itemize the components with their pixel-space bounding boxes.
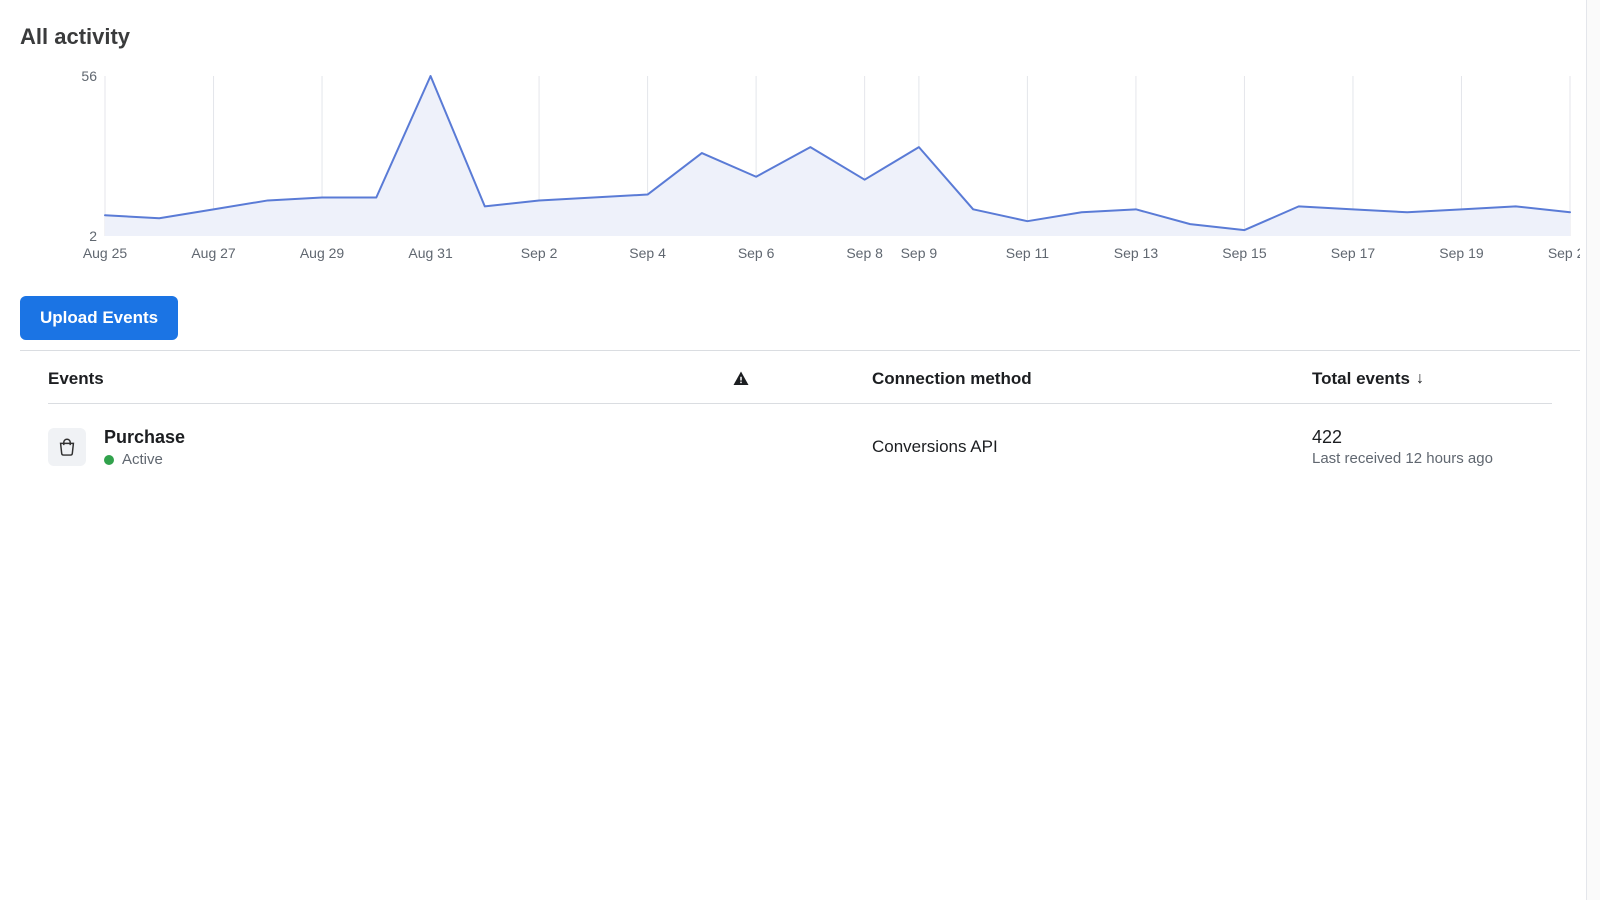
col-header-total-events[interactable]: Total events ↓ [1312, 369, 1552, 389]
svg-text:Sep 17: Sep 17 [1331, 245, 1376, 261]
warning-icon [732, 370, 750, 388]
event-last-received: Last received 12 hours ago [1312, 450, 1552, 467]
event-total-cell: 422 Last received 12 hours ago [1312, 427, 1552, 467]
svg-text:Sep 6: Sep 6 [738, 245, 775, 261]
svg-text:Sep 19: Sep 19 [1439, 245, 1484, 261]
svg-text:Aug 27: Aug 27 [191, 245, 236, 261]
status-dot-icon [104, 455, 114, 465]
sort-descending-icon: ↓ [1416, 370, 1424, 388]
svg-text:Sep 21: Sep 21 [1548, 245, 1580, 261]
event-total-count: 422 [1312, 427, 1552, 448]
event-status: Active [104, 451, 185, 468]
purchase-icon [48, 428, 86, 466]
svg-text:Aug 25: Aug 25 [83, 245, 128, 261]
upload-events-button[interactable]: Upload Events [20, 296, 178, 340]
svg-text:Sep 11: Sep 11 [1006, 245, 1050, 261]
vertical-scrollbar[interactable] [1586, 0, 1600, 900]
col-header-connection-method[interactable]: Connection method [872, 369, 1292, 389]
svg-text:Aug 29: Aug 29 [300, 245, 345, 261]
svg-text:2: 2 [89, 228, 97, 244]
col-header-warning[interactable] [732, 370, 852, 388]
svg-text:Sep 13: Sep 13 [1114, 245, 1159, 261]
svg-text:Sep 15: Sep 15 [1222, 245, 1267, 261]
svg-text:Sep 9: Sep 9 [901, 245, 938, 261]
event-status-label: Active [122, 451, 163, 468]
table-row[interactable]: Purchase Active Conversions API 422 Last… [48, 404, 1552, 490]
svg-text:Sep 8: Sep 8 [846, 245, 883, 261]
events-table-header: Events Connection method Total events ↓ [48, 351, 1552, 404]
activity-chart: 56 2Aug 25 Aug 27 Aug 29 Aug 31 Sep 2 Sep 4 Sep… [20, 68, 1580, 268]
svg-text:Aug 31: Aug 31 [408, 245, 453, 261]
activity-chart-svg: 56 2Aug 25 Aug 27 Aug 29 Aug 31 Sep 2 Sep 4 Sep… [20, 68, 1580, 268]
events-table: Events Connection method Total events ↓ [20, 351, 1580, 490]
svg-text:Sep 2: Sep 2 [521, 245, 558, 261]
event-cell: Purchase Active [48, 426, 712, 468]
col-header-total-events-label: Total events [1312, 369, 1410, 389]
event-connection-method: Conversions API [872, 437, 1292, 457]
event-name: Purchase [104, 426, 185, 449]
col-header-events[interactable]: Events [48, 369, 712, 389]
page-title: All activity [20, 24, 1580, 50]
svg-text:Sep 4: Sep 4 [629, 245, 666, 261]
svg-text:56: 56 [81, 68, 97, 84]
